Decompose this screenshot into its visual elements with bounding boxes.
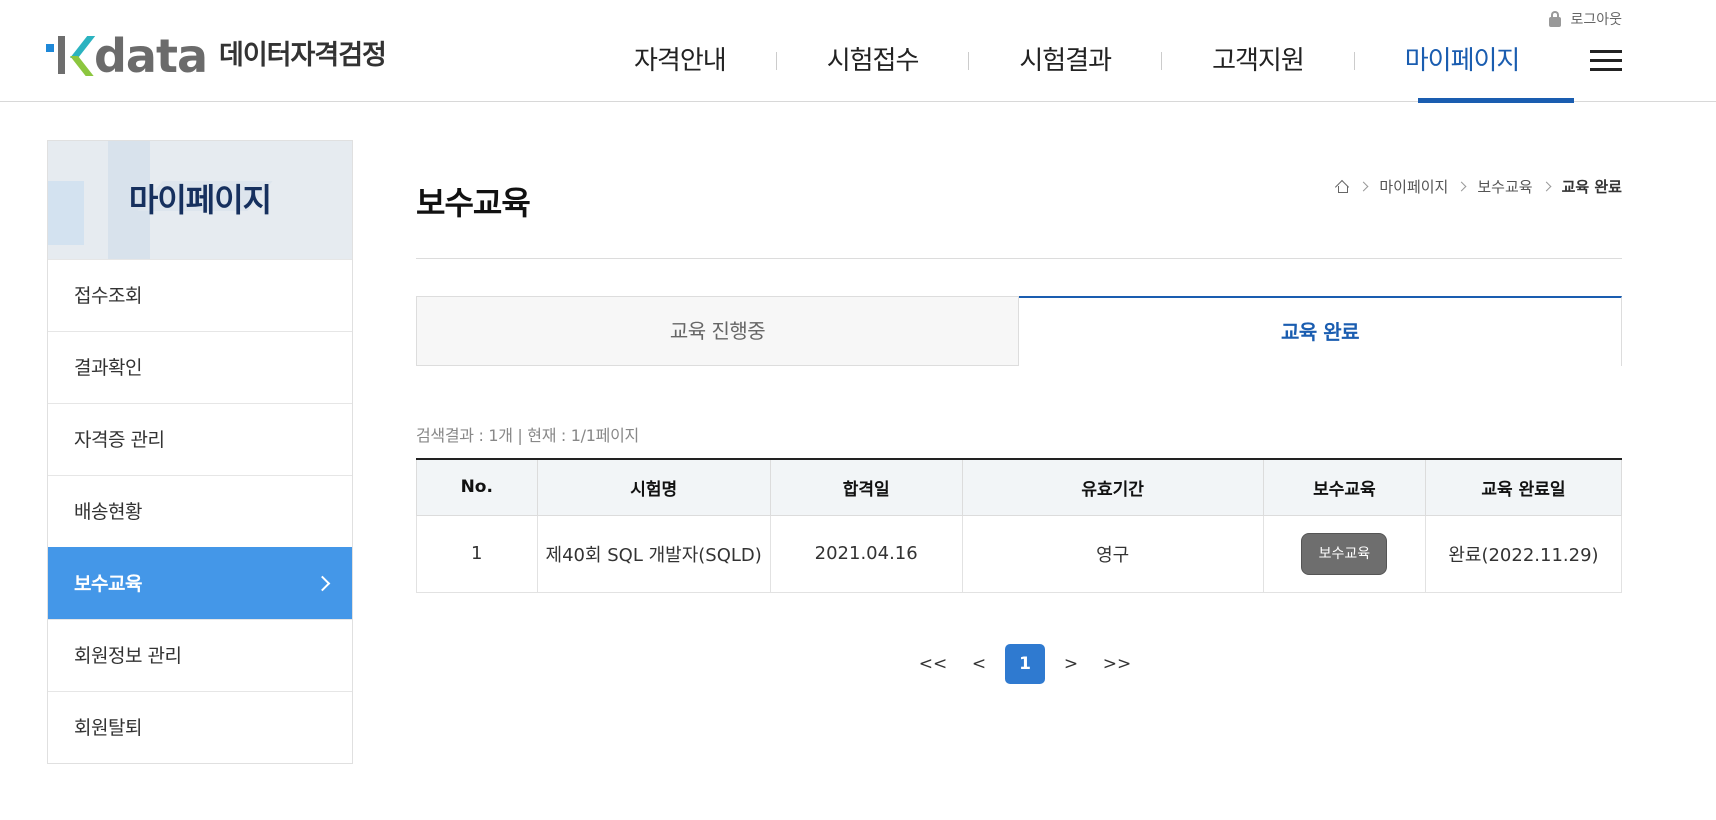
cell-pass-date: 2021.04.16 [769, 514, 963, 593]
search-result-info: 검색결과 : 1개 | 현재 : 1/1페이지 [416, 426, 639, 445]
sidebar-item-member-info[interactable]: 회원정보 관리 [48, 619, 352, 691]
education-table: No. 시험명 합격일 유효기간 보수교육 교육 완료일 1 제40회 SQL … [416, 458, 1623, 593]
page-title: 보수교육 [416, 184, 531, 222]
page-prev-button[interactable]: < [959, 644, 999, 684]
refresher-education-button[interactable]: 보수교육 [1301, 532, 1388, 575]
column-header-no: No. [416, 459, 538, 516]
pagination: << < 1 > >> [910, 644, 1140, 684]
sidebar-item-withdrawal[interactable]: 회원탈퇴 [48, 691, 352, 763]
sidebar-menu: 접수조회 결과확인 자격증 관리 배송현황 보수교육 회원정보 관리 회원탈퇴 [47, 259, 353, 764]
column-header-completion-date: 교육 완료일 [1424, 459, 1623, 516]
logout-link[interactable]: 로그아웃 [1548, 9, 1622, 29]
sidebar-header: 마이페이지 [47, 140, 353, 259]
page-next-button[interactable]: > [1051, 644, 1091, 684]
home-icon[interactable] [1335, 179, 1350, 194]
breadcrumb-refresher-education[interactable]: 보수교육 [1477, 176, 1532, 197]
hamburger-menu-icon[interactable] [1590, 50, 1622, 72]
column-header-pass-date: 합격일 [769, 459, 963, 516]
sidebar-item-label: 보수교육 [74, 573, 142, 595]
nav-item-customer-support[interactable]: 고객지원 [1162, 38, 1354, 84]
main-nav: 자격안내 시험접수 시험결과 고객지원 마이페이지 [584, 38, 1569, 84]
k-logo-icon [46, 34, 96, 78]
cell-refresher: 보수교육 [1262, 514, 1426, 593]
kdata-logo[interactable]: data 데이터자격검정 [46, 29, 387, 83]
page-number-current[interactable]: 1 [1005, 644, 1045, 684]
cell-no: 1 [416, 514, 538, 593]
nav-item-mypage[interactable]: 마이페이지 [1355, 38, 1570, 84]
sidebar-item-certificate-management[interactable]: 자격증 관리 [48, 403, 352, 475]
cell-validity: 영구 [961, 514, 1264, 593]
sidebar-title: 마이페이지 [128, 181, 272, 219]
title-divider [416, 258, 1622, 259]
page-first-button[interactable]: << [913, 644, 953, 684]
breadcrumb-current: 교육 완료 [1561, 178, 1622, 196]
nav-item-exam-results[interactable]: 시험결과 [969, 38, 1161, 84]
table-header-row: No. 시험명 합격일 유효기간 보수교육 교육 완료일 [416, 459, 1623, 516]
nav-item-qualification-guide[interactable]: 자격안내 [584, 38, 776, 84]
table-row: 1 제40회 SQL 개발자(SQLD) 2021.04.16 영구 보수교육 … [416, 514, 1623, 593]
breadcrumb: 마이페이지 보수교육 교육 완료 [1335, 176, 1622, 197]
nav-active-underline [1418, 98, 1574, 103]
column-header-validity: 유효기간 [961, 459, 1264, 516]
cell-completion-date: 완료(2022.11.29) [1424, 514, 1623, 593]
tab-education-in-progress[interactable]: 교육 진행중 [416, 296, 1019, 366]
lock-icon [1548, 11, 1562, 27]
page-last-button[interactable]: >> [1097, 644, 1137, 684]
logo-word: data [94, 29, 208, 83]
breadcrumb-separator [1541, 181, 1552, 192]
column-header-refresher: 보수교육 [1262, 459, 1426, 516]
breadcrumb-separator [1358, 181, 1369, 192]
nav-item-exam-registration[interactable]: 시험접수 [777, 38, 969, 84]
sidebar-item-result-check[interactable]: 결과확인 [48, 331, 352, 403]
sidebar-item-delivery-status[interactable]: 배송현황 [48, 475, 352, 547]
tab-education-completed[interactable]: 교육 완료 [1019, 296, 1622, 366]
site-header: data 데이터자격검정 로그아웃 자격안내 시험접수 시험결과 고객지원 마이… [0, 0, 1716, 102]
sidebar: 마이페이지 접수조회 결과확인 자격증 관리 배송현황 보수교육 회원정보 관리… [47, 140, 353, 764]
logo-subtitle: 데이터자격검정 [219, 40, 387, 71]
sidebar-item-refresher-education[interactable]: 보수교육 [48, 547, 352, 619]
logout-label: 로그아웃 [1570, 12, 1622, 28]
breadcrumb-separator [1456, 181, 1467, 192]
cell-exam-name: 제40회 SQL 개발자(SQLD) [536, 514, 771, 593]
breadcrumb-mypage[interactable]: 마이페이지 [1379, 176, 1448, 197]
chevron-right-icon [314, 575, 331, 592]
sidebar-item-registration-inquiry[interactable]: 접수조회 [48, 259, 352, 331]
column-header-exam-name: 시험명 [536, 459, 771, 516]
education-tabs: 교육 진행중 교육 완료 [416, 296, 1622, 366]
